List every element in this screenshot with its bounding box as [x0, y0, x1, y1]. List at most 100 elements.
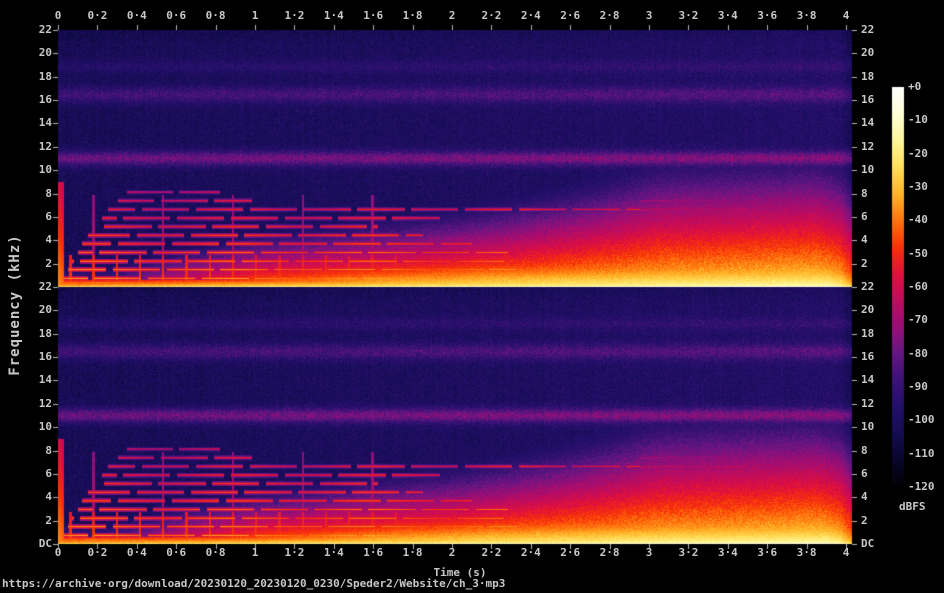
time-tick-label-bottom: 3·8 [797, 547, 817, 559]
time-tick-label-top: 1·8 [403, 10, 423, 22]
colorbar-tick-label: -20 [908, 148, 928, 160]
colorbar-tick-label: -80 [908, 348, 928, 360]
freq-tick-label-right: 10 [861, 421, 874, 433]
freq-tick-label-left: 12 [0, 398, 52, 410]
freq-tick-label-right: 20 [861, 304, 874, 316]
freq-tick-label-left: 18 [0, 71, 52, 83]
time-tick-label-bottom: 3·2 [678, 547, 698, 559]
freq-tick-label-left: 14 [0, 117, 52, 129]
freq-tick-label-left: 4 [0, 491, 52, 503]
time-tick-label-bottom: 0 [55, 547, 62, 559]
freq-tick-label-left-dc: DC [0, 538, 52, 550]
freq-tick-label-right: 8 [861, 445, 868, 457]
freq-tick-label-left: 6 [0, 211, 52, 223]
time-tick-label-top: 1·6 [363, 10, 383, 22]
colorbar-tick-label: -120 [908, 481, 935, 493]
freq-tick-label-right: 22 [861, 24, 874, 36]
time-tick-label-bottom: 1·6 [363, 547, 383, 559]
time-tick-label-top: 4 [843, 10, 850, 22]
colorbar-tick-label: +0 [908, 81, 921, 93]
colorbar-tick-label: -90 [908, 381, 928, 393]
time-tick-label-bottom: 3 [646, 547, 653, 559]
freq-tick-label-right-dc: DC [861, 538, 874, 550]
freq-tick-label-right: 10 [861, 164, 874, 176]
time-tick-label-top: 0·6 [166, 10, 186, 22]
time-tick-label-top: 2·4 [521, 10, 541, 22]
freq-tick-label-right: 8 [861, 188, 868, 200]
freq-tick-label-left: 18 [0, 328, 52, 340]
time-tick-label-bottom: 0·6 [166, 547, 186, 559]
title-url: https://archive·org/download/20230120_20… [2, 577, 505, 590]
time-tick-label-bottom: 3·6 [757, 547, 777, 559]
colorbar-tick-label: -50 [908, 248, 928, 260]
freq-tick-label-left: 10 [0, 164, 52, 176]
freq-tick-label-left: 8 [0, 188, 52, 200]
time-tick-label-bottom: 1·4 [324, 547, 344, 559]
time-tick-label-bottom: 2 [449, 547, 456, 559]
time-tick-label-top: 0·8 [206, 10, 226, 22]
colorbar-tick-label: -110 [908, 448, 935, 460]
freq-tick-label-right: 4 [861, 234, 868, 246]
freq-tick-label-left: 10 [0, 421, 52, 433]
freq-tick-label-right: 14 [861, 374, 874, 386]
freq-tick-label-right: 4 [861, 491, 868, 503]
freq-tick-label-left: 4 [0, 234, 52, 246]
time-tick-label-top: 0·4 [127, 10, 147, 22]
time-tick-label-bottom: 1 [252, 547, 259, 559]
time-tick-label-bottom: 0·8 [206, 547, 226, 559]
freq-tick-label-right: 2 [861, 515, 868, 527]
time-tick-label-top: 3·2 [678, 10, 698, 22]
freq-tick-label-left: 20 [0, 47, 52, 59]
time-tick-label-top: 1·4 [324, 10, 344, 22]
colorbar-tick-label: -100 [908, 414, 935, 426]
time-tick-label-bottom: 0·2 [87, 547, 107, 559]
time-tick-label-top: 0·2 [87, 10, 107, 22]
freq-tick-label-right: 20 [861, 47, 874, 59]
freq-tick-label-left: 22 [0, 24, 52, 36]
time-tick-label-top: 2·6 [560, 10, 580, 22]
freq-tick-label-left: 2 [0, 258, 52, 270]
time-tick-label-top: 1 [252, 10, 259, 22]
freq-tick-label-right: 18 [861, 71, 874, 83]
freq-tick-label-left: 14 [0, 374, 52, 386]
time-tick-label-top: 0 [55, 10, 62, 22]
time-tick-label-bottom: 2·4 [521, 547, 541, 559]
freq-tick-label-right: 2 [861, 258, 868, 270]
freq-tick-label-right: 18 [861, 328, 874, 340]
time-tick-label-top: 3·4 [718, 10, 738, 22]
freq-tick-label-left: 20 [0, 304, 52, 316]
freq-tick-label-right: 16 [861, 94, 874, 106]
spectrogram-figure: Frequency (kHz) 00·20·40·60·811·21·41·61… [0, 0, 944, 593]
time-tick-label-top: 1·2 [284, 10, 304, 22]
colorbar-tick-label: -10 [908, 114, 928, 126]
freq-tick-label-right: 16 [861, 351, 874, 363]
time-tick-label-bottom: 4 [843, 547, 850, 559]
colorbar-tick-label: -40 [908, 214, 928, 226]
freq-tick-label-right: 6 [861, 468, 868, 480]
time-tick-label-bottom: 0·4 [127, 547, 147, 559]
spectrogram-canvas [0, 0, 944, 593]
time-tick-label-top: 3 [646, 10, 653, 22]
time-tick-label-bottom: 1·8 [403, 547, 423, 559]
time-tick-label-top: 3·6 [757, 10, 777, 22]
time-tick-label-bottom: 2·8 [600, 547, 620, 559]
time-tick-label-top: 2·8 [600, 10, 620, 22]
time-tick-label-bottom: 1·2 [284, 547, 304, 559]
freq-tick-label-right: 6 [861, 211, 868, 223]
time-tick-label-top: 2·2 [481, 10, 501, 22]
freq-tick-label-left: 12 [0, 141, 52, 153]
colorbar-tick-label: -30 [908, 181, 928, 193]
colorbar-tick-label: -60 [908, 281, 928, 293]
time-tick-label-top: 2 [449, 10, 456, 22]
freq-tick-label-left: 16 [0, 94, 52, 106]
time-tick-label-bottom: 3·4 [718, 547, 738, 559]
time-tick-label-bottom: 2·6 [560, 547, 580, 559]
freq-tick-label-right: 14 [861, 117, 874, 129]
colorbar-tick-label: -70 [908, 314, 928, 326]
freq-tick-label-left: 8 [0, 445, 52, 457]
freq-tick-label-right: 12 [861, 398, 874, 410]
time-tick-label-bottom: 2·2 [481, 547, 501, 559]
time-tick-label-top: 3·8 [797, 10, 817, 22]
freq-tick-label-left: 22 [0, 281, 52, 293]
freq-tick-label-right: 22 [861, 281, 874, 293]
